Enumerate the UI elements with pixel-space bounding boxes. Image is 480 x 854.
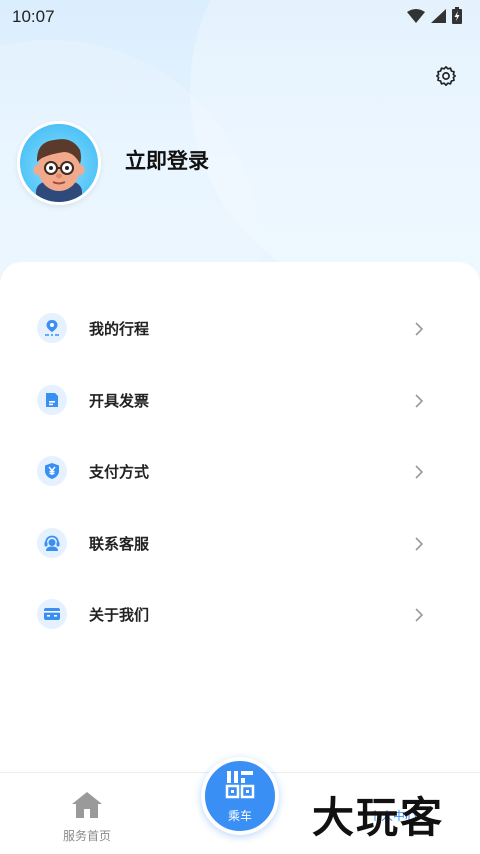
chevron-right-icon bbox=[412, 536, 426, 551]
document-icon bbox=[37, 385, 67, 415]
menu-item-label: 联系客服 bbox=[89, 534, 150, 553]
ride-button[interactable]: 乘车 bbox=[201, 757, 279, 835]
chevron-right-icon bbox=[412, 607, 426, 622]
status-bar: 10:07 bbox=[0, 0, 480, 34]
avatar[interactable] bbox=[17, 121, 101, 205]
menu-item-customer-service[interactable]: 联系客服 bbox=[0, 515, 480, 571]
qr-code-icon bbox=[225, 769, 255, 803]
chevron-right-icon bbox=[412, 464, 426, 479]
watermark: 大玩客 bbox=[312, 793, 445, 842]
login-link[interactable]: 立即登录 bbox=[125, 145, 209, 175]
menu-item-label: 开具发票 bbox=[89, 391, 150, 410]
headset-agent-icon bbox=[37, 528, 67, 558]
status-time: 10:07 bbox=[12, 7, 55, 26]
menu-card: 我的行程 开具发票 支付方式 联系客服 关于我们 bbox=[0, 262, 480, 774]
location-pin-icon bbox=[37, 313, 67, 343]
home-icon bbox=[71, 791, 103, 823]
menu-item-payment-methods[interactable]: 支付方式 bbox=[0, 443, 480, 499]
menu-item-invoice[interactable]: 开具发票 bbox=[0, 372, 480, 428]
chevron-right-icon bbox=[412, 393, 426, 408]
menu-item-my-trips[interactable]: 我的行程 bbox=[0, 300, 480, 356]
menu-item-label: 我的行程 bbox=[89, 319, 150, 338]
tab-home[interactable]: 服务首页 bbox=[27, 773, 147, 854]
battery-charging-icon bbox=[452, 6, 462, 28]
info-box-icon bbox=[37, 599, 67, 629]
cellular-signal-icon bbox=[431, 8, 446, 27]
menu-item-about-us[interactable]: 关于我们 bbox=[0, 586, 480, 642]
yuan-shield-icon bbox=[37, 456, 67, 486]
tab-label: 服务首页 bbox=[62, 829, 111, 843]
chevron-right-icon bbox=[412, 321, 426, 336]
ride-label: 乘车 bbox=[227, 808, 252, 823]
settings-button[interactable] bbox=[432, 64, 460, 92]
menu-item-label: 支付方式 bbox=[89, 462, 150, 481]
gear-icon bbox=[435, 65, 457, 91]
status-icons bbox=[407, 6, 462, 28]
wifi-icon bbox=[407, 8, 425, 27]
avatar-illustration bbox=[33, 139, 85, 202]
menu-item-label: 关于我们 bbox=[89, 605, 150, 624]
